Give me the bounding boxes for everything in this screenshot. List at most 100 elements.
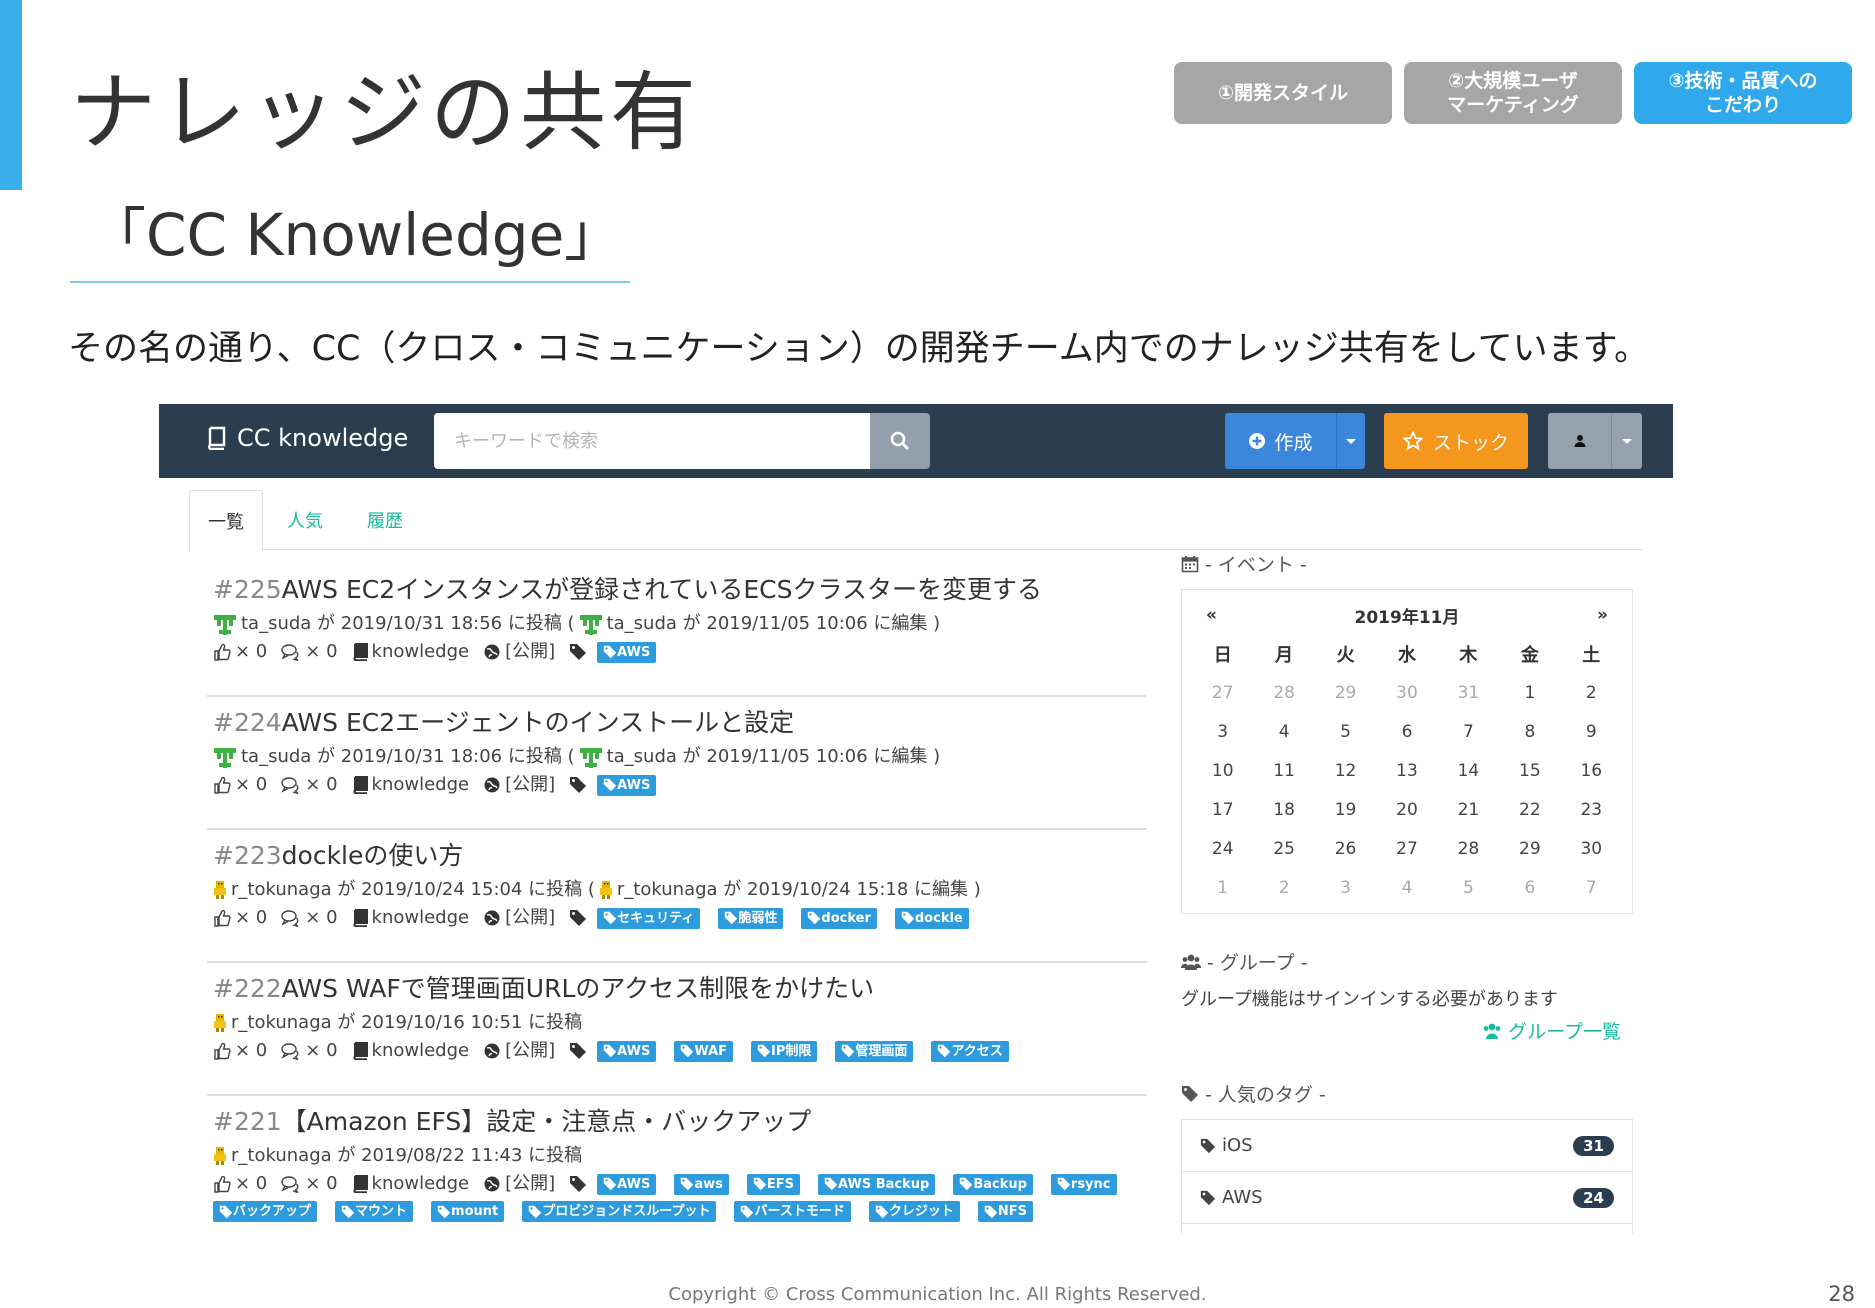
- article-title[interactable]: #224AWS EC2エージェントのインストールと設定: [213, 707, 1141, 739]
- article-tag[interactable]: mount: [431, 1201, 505, 1222]
- calendar-day[interactable]: 18: [1253, 790, 1314, 829]
- article-tag[interactable]: バーストモード: [734, 1201, 851, 1222]
- calendar-day[interactable]: 1: [1499, 673, 1560, 712]
- calendar-day[interactable]: 17: [1192, 790, 1253, 829]
- calendar-day[interactable]: 25: [1253, 829, 1314, 868]
- section-tab-dev-style[interactable]: ①開発スタイル: [1174, 62, 1392, 124]
- calendar-day[interactable]: 7: [1438, 712, 1499, 751]
- article-space[interactable]: knowledge: [352, 1039, 469, 1063]
- calendar-day[interactable]: 3: [1192, 712, 1253, 751]
- article-title[interactable]: #223dockleの使い方: [213, 840, 1141, 872]
- search-input[interactable]: [434, 413, 870, 469]
- calendar-day[interactable]: 30: [1376, 673, 1437, 712]
- calendar-day[interactable]: 1: [1192, 868, 1253, 907]
- article-tag[interactable]: NFS: [977, 1201, 1033, 1222]
- comment-count[interactable]: × 0: [281, 1039, 338, 1063]
- article-item[interactable]: #223dockleの使い方 r_tokunaga が 2019/10/24 15…: [207, 830, 1147, 963]
- comment-count[interactable]: × 0: [281, 1172, 338, 1196]
- calendar-day[interactable]: 31: [1438, 673, 1499, 712]
- like-count[interactable]: × 0: [213, 640, 267, 664]
- tab-popular[interactable]: 人気: [269, 490, 341, 550]
- article-item[interactable]: #221【Amazon EFS】設定・注意点・バックアップ r_tokunaga …: [207, 1096, 1147, 1234]
- article-tag[interactable]: rsync: [1050, 1173, 1117, 1195]
- article-tag[interactable]: クレジット: [868, 1201, 960, 1222]
- calendar-day[interactable]: 29: [1315, 673, 1376, 712]
- create-button[interactable]: 作成: [1225, 413, 1365, 469]
- article-tag[interactable]: AWS: [597, 774, 657, 796]
- article-title[interactable]: #225AWS EC2インスタンスが登録されているECSクラスターを変更する: [213, 574, 1141, 606]
- calendar-next-button[interactable]: »: [1597, 605, 1608, 625]
- article-tag[interactable]: アクセス: [931, 1040, 1009, 1062]
- article-space[interactable]: knowledge: [352, 906, 469, 930]
- article-tag[interactable]: 管理画面: [835, 1040, 914, 1062]
- like-count[interactable]: × 0: [213, 1039, 267, 1063]
- article-tag[interactable]: EFS: [746, 1173, 800, 1195]
- calendar-day[interactable]: 27: [1376, 829, 1437, 868]
- article-tag[interactable]: バックアップ: [213, 1201, 318, 1222]
- user-dropdown-toggle[interactable]: [1612, 413, 1642, 469]
- article-tag[interactable]: IP制限: [751, 1040, 818, 1062]
- article-tag[interactable]: プロビジョンドスループット: [522, 1201, 717, 1222]
- popular-tag-item[interactable]: Android13: [1182, 1224, 1632, 1234]
- calendar-day[interactable]: 26: [1315, 829, 1376, 868]
- section-tab-marketing[interactable]: ②大規模ユーザ マーケティング: [1404, 62, 1622, 124]
- calendar-day[interactable]: 3: [1315, 868, 1376, 907]
- article-item[interactable]: #224AWS EC2エージェントのインストールと設定 ta_suda が 201…: [207, 697, 1147, 830]
- calendar-day[interactable]: 23: [1561, 790, 1622, 829]
- calendar-day[interactable]: 12: [1315, 751, 1376, 790]
- article-tag[interactable]: Backup: [953, 1173, 1033, 1195]
- calendar-day[interactable]: 4: [1253, 712, 1314, 751]
- calendar-day[interactable]: 9: [1561, 712, 1622, 751]
- calendar-day[interactable]: 10: [1192, 751, 1253, 790]
- calendar-day[interactable]: 24: [1192, 829, 1253, 868]
- calendar-day[interactable]: 14: [1438, 751, 1499, 790]
- article-space[interactable]: knowledge: [352, 773, 469, 797]
- calendar-day[interactable]: 28: [1438, 829, 1499, 868]
- section-tab-quality[interactable]: ③技術・品質への こだわり: [1634, 62, 1852, 124]
- article-tag[interactable]: AWS Backup: [818, 1173, 936, 1195]
- brand-link[interactable]: CC knowledge: [205, 424, 408, 452]
- article-title[interactable]: #221【Amazon EFS】設定・注意点・バックアップ: [213, 1106, 1141, 1138]
- calendar-day[interactable]: 30: [1561, 829, 1622, 868]
- article-tag[interactable]: 脆弱性: [718, 907, 784, 929]
- article-space[interactable]: knowledge: [352, 640, 469, 664]
- article-tag[interactable]: WAF: [674, 1040, 734, 1062]
- calendar-day[interactable]: 8: [1499, 712, 1560, 751]
- article-tag[interactable]: AWS: [597, 1040, 657, 1062]
- like-count[interactable]: × 0: [213, 906, 267, 930]
- search-button[interactable]: [870, 413, 930, 469]
- article-tag[interactable]: セキュリティ: [597, 907, 701, 929]
- article-title[interactable]: #222AWS WAFで管理画面URLのアクセス制限をかけたい: [213, 973, 1141, 1005]
- calendar-day[interactable]: 29: [1499, 829, 1560, 868]
- calendar-day[interactable]: 7: [1561, 868, 1622, 907]
- calendar-day[interactable]: 22: [1499, 790, 1560, 829]
- comment-count[interactable]: × 0: [281, 906, 338, 930]
- article-tag[interactable]: マウント: [335, 1201, 414, 1222]
- article-item[interactable]: #222AWS WAFで管理画面URLのアクセス制限をかけたい r_tokunag…: [207, 963, 1147, 1096]
- user-menu-button[interactable]: [1548, 413, 1642, 469]
- article-tag[interactable]: AWS: [597, 641, 657, 663]
- calendar-day[interactable]: 5: [1438, 868, 1499, 907]
- calendar-day[interactable]: 2: [1561, 673, 1622, 712]
- article-tag[interactable]: aws: [674, 1173, 729, 1195]
- group-list-link[interactable]: グループ一覧: [1181, 1017, 1621, 1044]
- calendar-day[interactable]: 2: [1253, 868, 1314, 907]
- popular-tag-item[interactable]: iOS 31: [1182, 1120, 1632, 1172]
- calendar-day[interactable]: 6: [1376, 712, 1437, 751]
- calendar-day[interactable]: 6: [1499, 868, 1560, 907]
- stock-button[interactable]: ストック: [1384, 413, 1528, 469]
- calendar-day[interactable]: 28: [1253, 673, 1314, 712]
- article-item[interactable]: #225AWS EC2インスタンスが登録されているECSクラスターを変更する ta…: [207, 564, 1147, 697]
- calendar-day[interactable]: 11: [1253, 751, 1314, 790]
- article-tag[interactable]: docker: [801, 907, 877, 929]
- calendar-day[interactable]: 21: [1438, 790, 1499, 829]
- calendar-day[interactable]: 16: [1561, 751, 1622, 790]
- calendar-day[interactable]: 19: [1315, 790, 1376, 829]
- tab-list[interactable]: 一覧: [189, 490, 263, 551]
- calendar-day[interactable]: 27: [1192, 673, 1253, 712]
- calendar-day[interactable]: 20: [1376, 790, 1437, 829]
- like-count[interactable]: × 0: [213, 1172, 267, 1196]
- create-dropdown-toggle[interactable]: [1337, 413, 1365, 469]
- comment-count[interactable]: × 0: [281, 640, 338, 664]
- article-space[interactable]: knowledge: [352, 1172, 469, 1196]
